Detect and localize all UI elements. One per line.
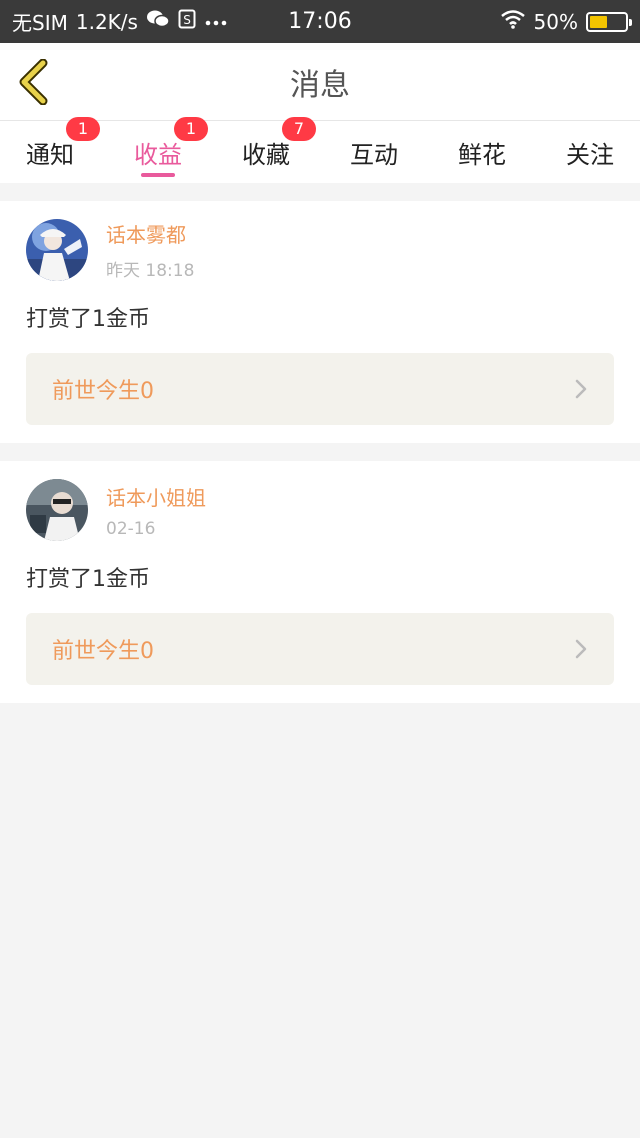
app-header: 消息 xyxy=(0,43,640,121)
book-title: 前世今生0 xyxy=(52,379,154,404)
tab-label: 鲜花 xyxy=(458,140,506,169)
sender-name[interactable]: 话本小姐姐 xyxy=(106,482,206,511)
battery-fill xyxy=(590,15,607,28)
message-card: 话本雾都 昨天 18:18 打赏了1金币 前世今生0 xyxy=(0,201,640,443)
message-header: 话本雾都 昨天 18:18 xyxy=(26,219,614,281)
chevron-right-icon xyxy=(575,379,587,399)
status-left: 无SIM 1.2K/s S xyxy=(12,7,228,36)
avatar[interactable] xyxy=(26,479,88,541)
status-right: 50% xyxy=(500,9,632,34)
sender-block: 话本雾都 昨天 18:18 xyxy=(106,219,194,281)
wechat-icon xyxy=(146,9,170,34)
message-header: 话本小姐姐 02-16 xyxy=(26,479,614,541)
unread-badge: 1 xyxy=(174,117,208,141)
sender-name[interactable]: 话本雾都 xyxy=(106,219,194,248)
message-action: 打赏了1金币 xyxy=(26,567,150,592)
message-list: 话本雾都 昨天 18:18 打赏了1金币 前世今生0 话本小姐姐 02-16 打… xyxy=(0,183,640,703)
message-card: 话本小姐姐 02-16 打赏了1金币 前世今生0 xyxy=(0,461,640,703)
tab-label: 互动 xyxy=(350,140,398,169)
tab-interactions[interactable]: 互动 xyxy=(350,121,398,183)
wifi-icon xyxy=(500,9,526,34)
more-dots-icon xyxy=(204,11,228,32)
unread-badge: 1 xyxy=(66,117,100,141)
tab-earnings[interactable]: 收益 1 xyxy=(134,117,208,183)
battery-percent: 50% xyxy=(533,9,578,34)
tab-label: 收益 xyxy=(134,140,182,169)
message-time: 02-16 xyxy=(106,518,156,539)
back-chevron-icon xyxy=(19,58,48,106)
status-bar: 无SIM 1.2K/s S 17:06 50% xyxy=(0,0,640,43)
tab-label: 通知 xyxy=(26,140,74,169)
svg-text:S: S xyxy=(183,13,191,27)
network-speed: 1.2K/s xyxy=(75,9,138,34)
tab-bar: 通知 1 收益 1 收藏 7 互动 鲜花 关注 xyxy=(0,117,640,183)
battery-icon xyxy=(586,11,632,32)
tab-notifications[interactable]: 通知 1 xyxy=(26,117,100,183)
tab-label: 收藏 xyxy=(242,140,290,169)
tab-follows[interactable]: 关注 xyxy=(566,121,614,183)
book-title: 前世今生0 xyxy=(52,639,154,664)
sim-card-icon: S xyxy=(178,9,196,34)
back-button[interactable] xyxy=(16,58,52,106)
avatar[interactable] xyxy=(26,219,88,281)
tab-favorites[interactable]: 收藏 7 xyxy=(242,117,316,183)
book-link[interactable]: 前世今生0 xyxy=(26,613,614,685)
unread-badge: 7 xyxy=(282,117,316,141)
tab-label: 关注 xyxy=(566,140,614,169)
active-tab-indicator xyxy=(141,173,175,177)
tab-flowers[interactable]: 鲜花 xyxy=(458,121,506,183)
page-title: 消息 xyxy=(290,67,350,103)
sender-block: 话本小姐姐 02-16 xyxy=(106,482,206,539)
book-link[interactable]: 前世今生0 xyxy=(26,353,614,425)
message-action: 打赏了1金币 xyxy=(26,307,150,332)
carrier-label: 无SIM xyxy=(12,11,68,35)
message-time: 昨天 18:18 xyxy=(106,261,195,281)
chevron-right-icon xyxy=(575,639,587,659)
